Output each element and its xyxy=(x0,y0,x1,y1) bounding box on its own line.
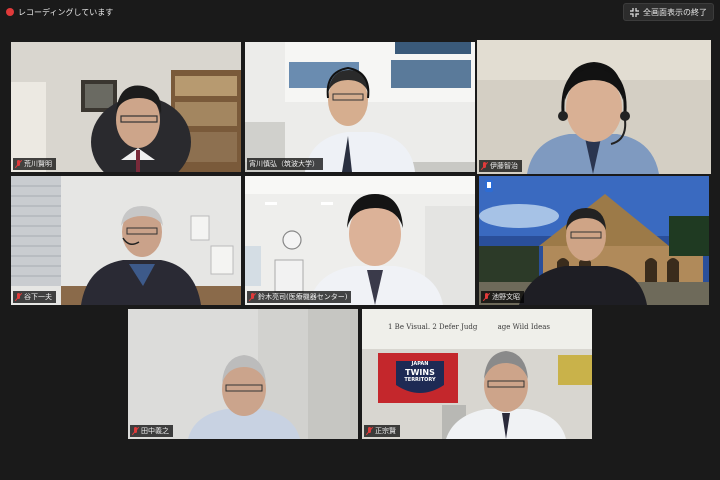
video-feed xyxy=(477,40,711,174)
participant-name-tag: 荒川賢明 xyxy=(13,158,56,170)
participant-name-tag: 伊藤智治 xyxy=(479,160,522,172)
mic-muted-icon xyxy=(483,292,490,302)
participant-name-tag: 池野文昭 xyxy=(481,291,524,303)
participant-name: 池野文昭 xyxy=(492,293,520,301)
mic-muted-icon xyxy=(481,161,488,171)
video-tile-tanaka[interactable]: 田中義之 xyxy=(128,309,358,439)
video-feed xyxy=(245,176,475,305)
flag-line-2: TWINS xyxy=(405,368,435,377)
mic-muted-icon xyxy=(132,426,139,436)
mic-muted-icon xyxy=(15,159,22,169)
participant-name: 荒川賢明 xyxy=(24,160,52,168)
participant-name-tag: 田中義之 xyxy=(130,425,173,437)
video-feed xyxy=(11,176,241,305)
slogan-tail-text: age Wild Ideas xyxy=(497,323,551,331)
video-tile-suzuki[interactable]: 鈴木亮司(医療機器センター) xyxy=(245,176,475,305)
top-bar: レコーディングしています 全画面表示の終了 xyxy=(0,0,720,24)
video-tile-masamune[interactable]: 1 Be Visual. 2 Defer Judg age Wild Ideas… xyxy=(362,309,592,439)
recording-dot-icon xyxy=(6,8,14,16)
video-tile-arakawa[interactable]: 荒川賢明 xyxy=(11,42,241,172)
flag-line-3: TERRITORY xyxy=(404,377,436,383)
participant-name: 宵川慎弘（筑波大学） xyxy=(249,160,319,168)
mic-muted-icon xyxy=(15,292,22,302)
exit-fullscreen-icon xyxy=(630,7,639,17)
participant-name: 鈴木亮司(医療機器センター) xyxy=(258,293,348,301)
video-tile-ito-active-speaker[interactable]: 伊藤智治 xyxy=(477,40,711,174)
mic-muted-icon xyxy=(366,426,373,436)
participant-name-tag: 正宗賢 xyxy=(364,425,400,437)
participant-name-tag: 宵川慎弘（筑波大学） xyxy=(247,158,323,170)
participant-name: 正宗賢 xyxy=(375,427,396,435)
participant-name: 田中義之 xyxy=(141,427,169,435)
video-feed xyxy=(128,309,358,439)
participant-name: 谷下一夫 xyxy=(24,293,52,301)
participant-name-tag: 鈴木亮司(医療機器センター) xyxy=(247,291,352,303)
exit-fullscreen-button[interactable]: 全画面表示の終了 xyxy=(623,3,714,21)
recording-indicator[interactable]: レコーディングしています xyxy=(6,5,113,19)
video-tile-ikeno[interactable]: 池野文昭 xyxy=(479,176,709,305)
video-feed xyxy=(245,42,475,172)
participant-name-tag: 谷下一夫 xyxy=(13,291,56,303)
slogan-text: 1 Be Visual. 2 Defer Judg xyxy=(388,323,478,331)
participant-name: 伊藤智治 xyxy=(490,162,518,170)
twins-flag: JAPAN TWINS TERRITORY xyxy=(396,361,444,384)
flag-line-1: JAPAN xyxy=(411,361,429,367)
wall-poster-slogan: 1 Be Visual. 2 Defer Judg age Wild Ideas xyxy=(388,323,588,331)
exit-fullscreen-label: 全画面表示の終了 xyxy=(643,7,707,17)
mic-muted-icon xyxy=(249,292,256,302)
video-tile-iyokawa[interactable]: 宵川慎弘（筑波大学） xyxy=(245,42,475,172)
video-feed xyxy=(479,176,709,305)
video-feed xyxy=(11,42,241,172)
video-tile-tanishita[interactable]: 谷下一夫 xyxy=(11,176,241,305)
recording-label: レコーディングしています xyxy=(18,7,114,17)
